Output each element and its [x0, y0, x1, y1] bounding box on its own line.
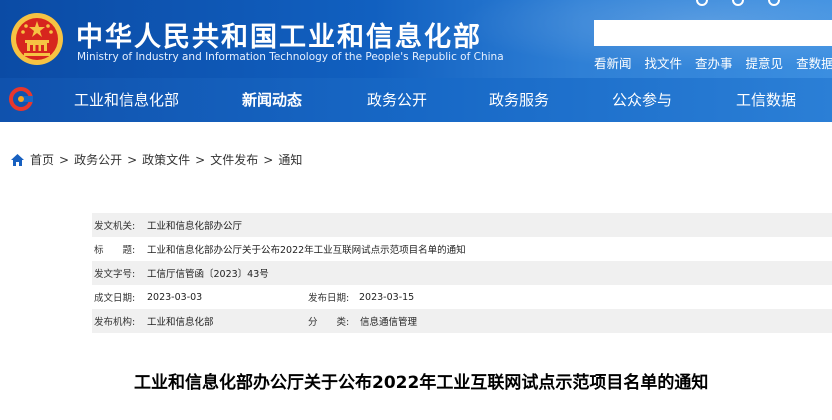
published-date-value: 2023-03-15	[359, 291, 415, 303]
quick-link-news[interactable]: 看新闻	[594, 53, 632, 72]
home-icon	[11, 153, 24, 166]
site-subtitle: Ministry of Industry and Information Tec…	[77, 51, 504, 63]
category-label: 分 类:	[308, 317, 350, 328]
docno-label: 发文字号:	[94, 269, 136, 280]
published-date-label: 发布日期:	[308, 293, 350, 304]
agency-value: 工业和信息化部	[147, 317, 214, 328]
breadcrumb-doc-release[interactable]: 文件发布	[210, 151, 258, 168]
quick-link-files[interactable]: 找文件	[645, 53, 683, 72]
nav-item-gov-affairs[interactable]: 政务公开	[367, 89, 427, 110]
nav-item-gov-services[interactable]: 政务服务	[489, 89, 549, 110]
breadcrumb-gov-affairs[interactable]: 政务公开	[74, 151, 122, 168]
title-label: 标 题:	[94, 245, 136, 256]
site-title: 中华人民共和国工业和信息化部	[76, 22, 482, 53]
issuer-value: 工业和信息化部办公厅	[147, 221, 243, 232]
info-row-issuer: 发文机关: 工业和信息化部办公厅	[92, 213, 832, 237]
accessibility-icon[interactable]	[696, 0, 708, 6]
info-row-agency: 发布机构: 工业和信息化部 分 类: 信息通信管理	[92, 309, 832, 333]
info-row-title: 标 题: 工业和信息化部办公厅关于公布2022年工业互联网试点示范项目名单的通知	[92, 237, 832, 261]
nav-item-data[interactable]: 工信数据	[736, 89, 796, 110]
document-info-table: 发文机关: 工业和信息化部办公厅 标 题: 工业和信息化部办公厅关于公布2022…	[92, 213, 832, 333]
breadcrumb-separator: >	[59, 152, 70, 167]
info-row-dates: 成文日期: 2023-03-03 发布日期: 2023-03-15	[92, 285, 832, 309]
breadcrumb-policy-docs[interactable]: 政策文件	[142, 151, 190, 168]
nav-item-miit[interactable]: 工业和信息化部	[74, 89, 179, 110]
issuer-label: 发文机关:	[94, 221, 136, 232]
site-logo-icon[interactable]	[9, 87, 33, 111]
mobile-icon[interactable]	[732, 0, 744, 6]
main-nav: 工业和信息化部 新闻动态 政务公开 政务服务 公众参与 工信数据	[0, 78, 832, 122]
quick-links: 看新闻 找文件 查办事 提意见 查数据	[594, 53, 832, 72]
quick-link-data[interactable]: 查数据	[796, 53, 832, 72]
breadcrumb-separator: >	[127, 152, 138, 167]
nav-item-public-participation[interactable]: 公众参与	[612, 89, 672, 110]
document-title: 工业和信息化部办公厅关于公布2022年工业互联网试点示范项目名单的通知	[134, 373, 709, 393]
breadcrumb-separator: >	[195, 152, 206, 167]
breadcrumb-separator: >	[263, 152, 274, 167]
created-date-label: 成文日期:	[94, 293, 136, 304]
title-value: 工业和信息化部办公厅关于公布2022年工业互联网试点示范项目名单的通知	[147, 245, 466, 256]
category-value: 信息通信管理	[360, 317, 418, 328]
breadcrumb-notice[interactable]: 通知	[278, 151, 302, 168]
national-emblem-icon[interactable]	[10, 12, 64, 66]
agency-label: 发布机构:	[94, 317, 136, 328]
quick-link-feedback[interactable]: 提意见	[746, 53, 784, 72]
info-row-docno: 发文字号: 工信厅信管函〔2023〕43号	[92, 261, 832, 285]
breadcrumb-home[interactable]: 首页	[30, 151, 54, 168]
site-header: 中华人民共和国工业和信息化部 Ministry of Industry and …	[0, 0, 832, 78]
top-icon-bar	[692, 0, 832, 8]
nav-item-news[interactable]: 新闻动态	[242, 89, 302, 110]
docno-value: 工信厅信管函〔2023〕43号	[147, 269, 269, 280]
quick-link-services[interactable]: 查办事	[695, 53, 733, 72]
search-input[interactable]	[594, 20, 832, 46]
breadcrumb: 首页 > 政务公开 > 政策文件 > 文件发布 > 通知	[11, 151, 302, 168]
user-icon[interactable]	[768, 0, 780, 6]
created-date-value: 2023-03-03	[147, 291, 203, 303]
